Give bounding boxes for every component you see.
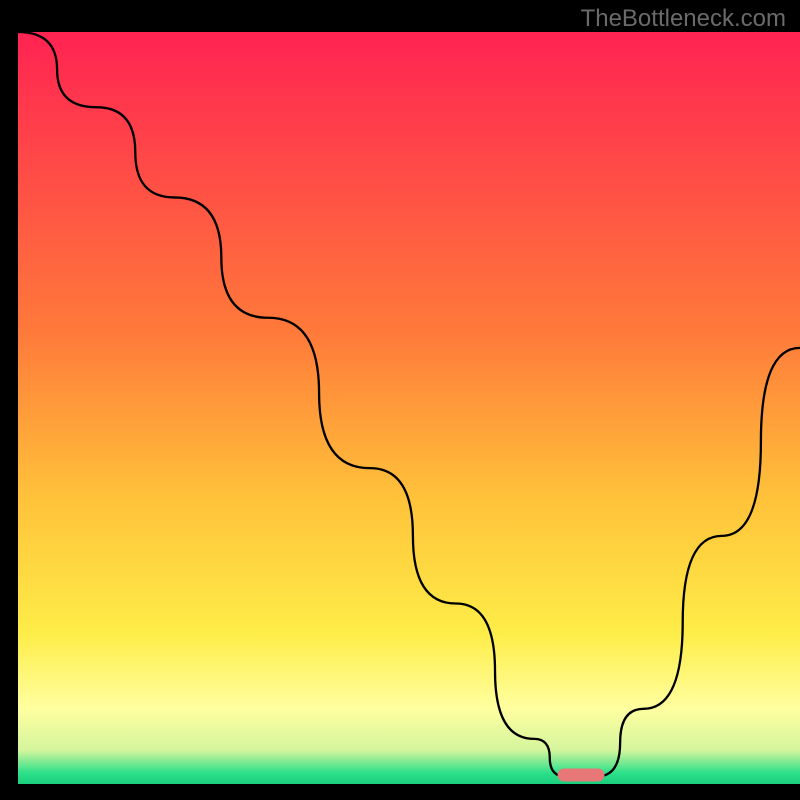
bottleneck-chart: TheBottleneck.com	[0, 0, 800, 800]
marker-optimal-point	[558, 768, 605, 781]
chart-svg: TheBottleneck.com	[0, 0, 800, 800]
watermark-text: TheBottleneck.com	[581, 5, 786, 32]
plot-area	[18, 32, 800, 784]
